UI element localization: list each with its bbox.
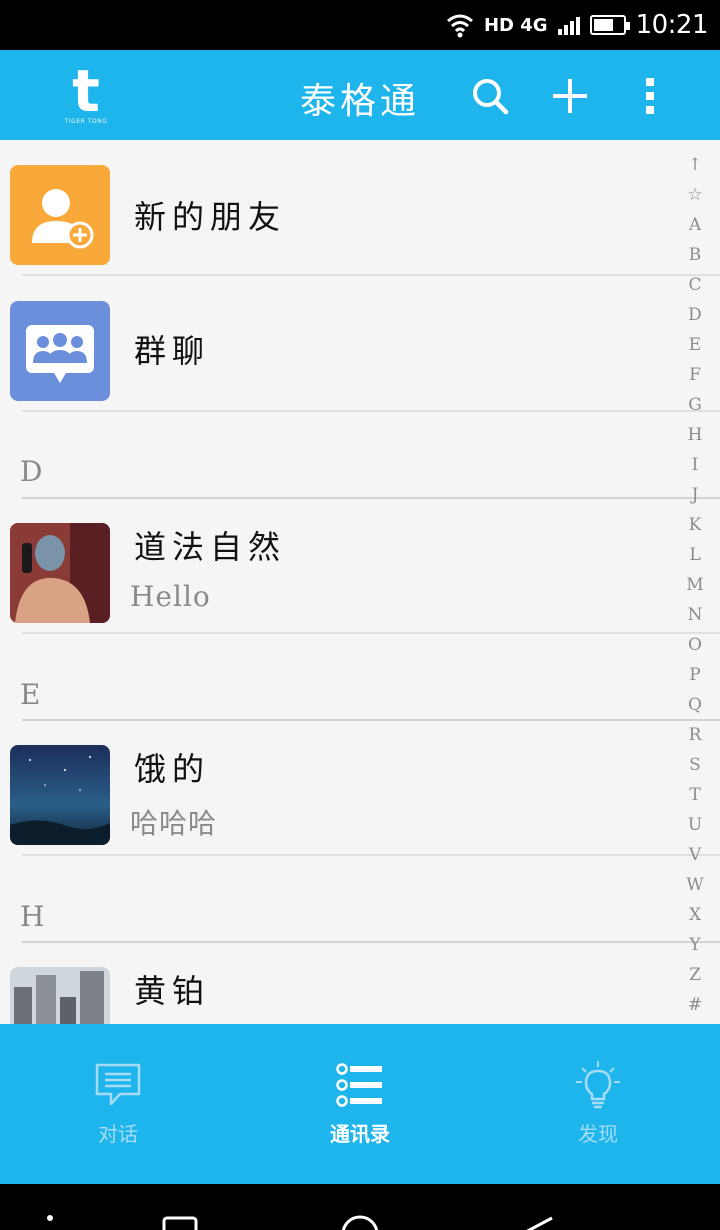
index-letter[interactable]: T [680, 780, 710, 810]
new-friends-entry[interactable]: 新的朋友 [0, 140, 720, 276]
index-letter[interactable]: V [680, 840, 710, 870]
alphabet-index[interactable]: ↑ ☆ A B C D E F G H I J K L M N O P Q R S T U V W X Y Z # [680, 150, 710, 1020]
logo-letter: t [72, 57, 100, 125]
add-button[interactable] [546, 72, 594, 120]
more-options-button[interactable] [626, 72, 674, 120]
system-nav-icons [47, 1215, 553, 1230]
search-button[interactable] [466, 72, 514, 120]
signal-icon [557, 15, 580, 35]
index-letter[interactable]: M [680, 570, 710, 600]
group-chat-entry[interactable]: 群聊 [0, 276, 720, 412]
index-letter[interactable]: G [680, 390, 710, 420]
index-letter[interactable]: L [680, 540, 710, 570]
section-header-d: D [20, 455, 43, 488]
contact-list[interactable]: 新的朋友 群聊 D 道法自然 Hello E 饿的 哈哈哈 H 黄铂 [0, 140, 720, 1024]
index-letter[interactable]: Y [680, 930, 710, 960]
contact-row[interactable]: 道法自然 Hello [0, 498, 720, 634]
tab-discover[interactable]: 发现 [518, 1060, 678, 1147]
add-person-icon [32, 189, 94, 249]
index-letter[interactable]: Q [680, 690, 710, 720]
index-letter[interactable]: F [680, 360, 710, 390]
battery-icon [589, 15, 630, 35]
tab-conversations[interactable]: 对话 [38, 1060, 198, 1147]
index-letter[interactable]: I [680, 450, 710, 480]
clock: 10:21 [635, 10, 709, 40]
contacts-list-icon [336, 1063, 382, 1107]
tab-label: 通讯录 [330, 1122, 390, 1146]
group-icon [26, 325, 94, 383]
status-bar: HD 4G 10:21 [0, 0, 720, 50]
more-vertical-icon [646, 78, 654, 114]
index-letter[interactable]: E [680, 330, 710, 360]
new-friends-label: 新的朋友 [134, 198, 287, 236]
app-bar: t TIGER TONG 泰格通 [0, 50, 720, 140]
index-letter[interactable]: O [680, 630, 710, 660]
network-type: HD 4G [483, 14, 548, 36]
index-letter[interactable]: ↑ [680, 150, 710, 180]
status-indicators: HD 4G 10:21 [446, 8, 709, 42]
bottom-nav: 对话 通讯录 发现 [0, 1024, 720, 1184]
person-photo [10, 523, 110, 623]
section-header-e: E [20, 678, 41, 711]
wifi-icon [447, 14, 473, 38]
index-letter[interactable]: ☆ [680, 180, 710, 210]
index-letter[interactable]: X [680, 900, 710, 930]
index-letter[interactable]: K [680, 510, 710, 540]
group-chat-label: 群聊 [134, 332, 211, 370]
tab-label: 对话 [98, 1122, 138, 1146]
index-letter[interactable]: R [680, 720, 710, 750]
search-icon [473, 79, 509, 115]
index-letter[interactable]: U [680, 810, 710, 840]
contact-avatar [10, 967, 110, 1024]
new-friend-avatar [10, 165, 110, 265]
contact-avatar [10, 745, 110, 845]
index-letter[interactable]: C [680, 270, 710, 300]
logo-subtext: TIGER TONG [64, 118, 108, 125]
index-letter[interactable]: A [680, 210, 710, 240]
app-title: 泰格通 [300, 81, 421, 122]
index-letter[interactable]: P [680, 660, 710, 690]
contact-message: Hello [130, 580, 211, 613]
divider [22, 632, 720, 634]
index-letter[interactable]: H [680, 420, 710, 450]
contact-name: 黄铂 [134, 972, 211, 1010]
index-letter[interactable]: Z [680, 960, 710, 990]
divider [22, 410, 720, 412]
plus-icon [553, 79, 587, 113]
index-letter[interactable]: J [680, 480, 710, 510]
section-header-h: H [20, 900, 45, 933]
divider [22, 854, 720, 856]
contact-avatar [10, 523, 110, 623]
index-letter[interactable]: W [680, 870, 710, 900]
contact-row[interactable]: 黄铂 [0, 942, 720, 1024]
index-letter[interactable]: S [680, 750, 710, 780]
app-logo: t TIGER TONG [62, 57, 110, 126]
tab-label: 发现 [578, 1122, 618, 1146]
tab-contacts[interactable]: 通讯录 [280, 1060, 440, 1147]
system-nav-bar [0, 1184, 720, 1230]
buildings-photo [10, 967, 110, 1024]
contact-row[interactable]: 饿的 哈哈哈 [0, 720, 720, 856]
chat-bubble-icon [95, 1063, 141, 1106]
night-sky-photo [10, 745, 110, 845]
lightbulb-icon [576, 1061, 620, 1109]
index-letter[interactable]: D [680, 300, 710, 330]
index-letter[interactable]: B [680, 240, 710, 270]
index-letter[interactable]: # [680, 990, 710, 1020]
group-chat-avatar [10, 301, 110, 401]
contact-name: 道法自然 [134, 528, 287, 566]
contact-message: 哈哈哈 [130, 807, 218, 840]
index-letter[interactable]: N [680, 600, 710, 630]
contact-name: 饿的 [134, 750, 211, 788]
